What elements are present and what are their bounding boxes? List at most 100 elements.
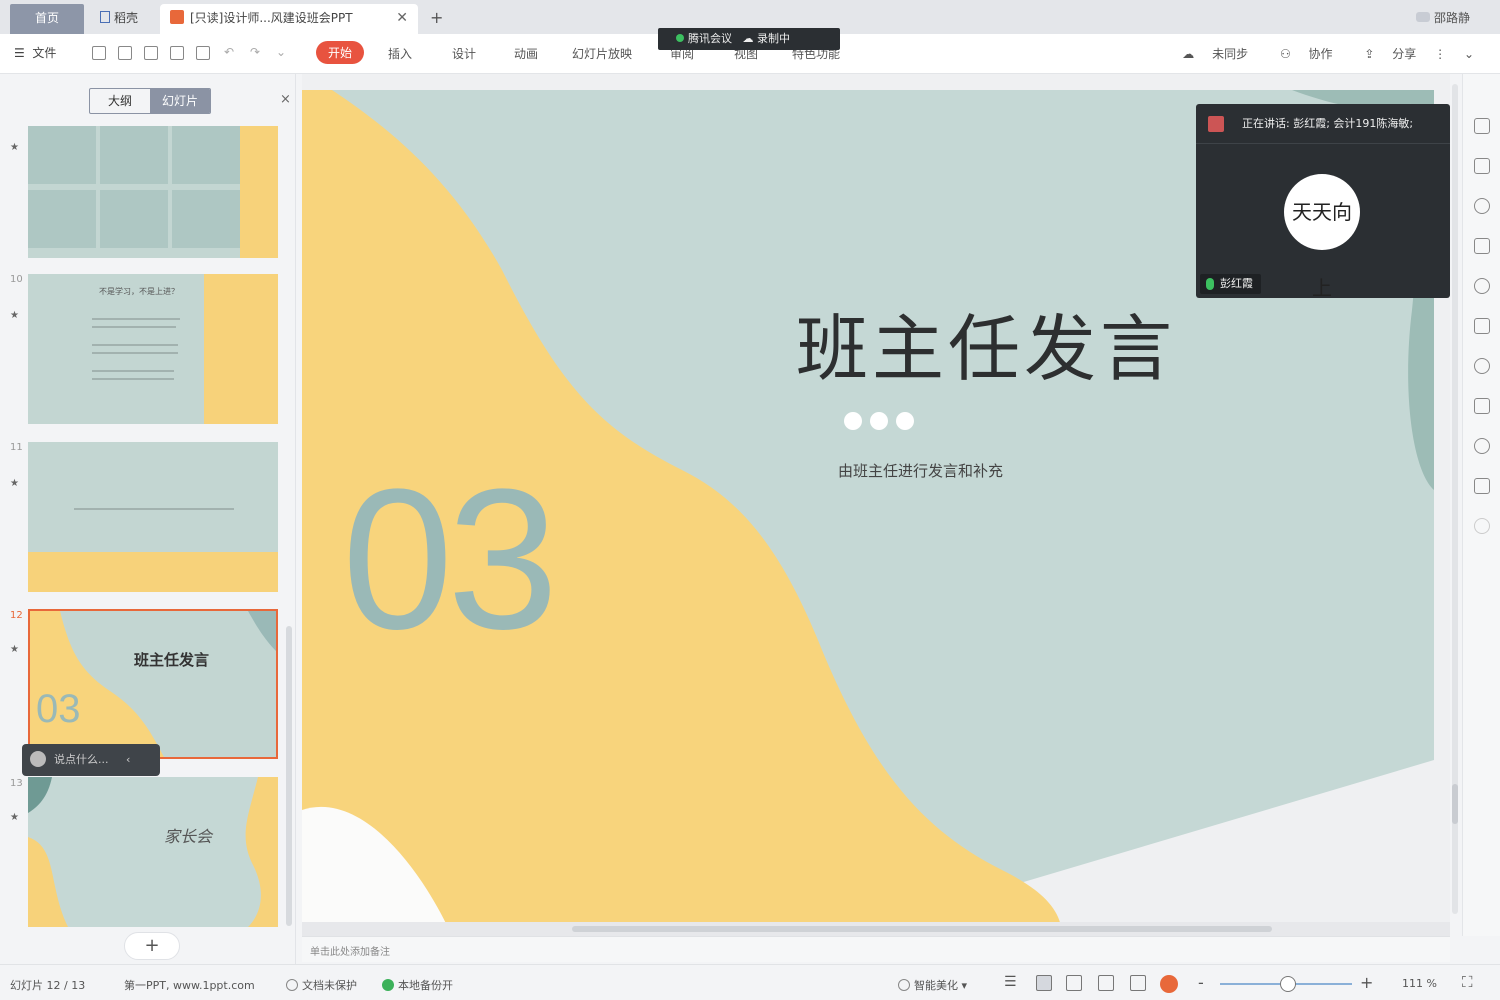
presenter-view-icon[interactable] <box>1130 975 1146 991</box>
docer-icon <box>100 11 110 23</box>
collapse-ribbon-icon[interactable]: ⌄ <box>1464 47 1474 61</box>
collab-label: 协作 <box>1308 47 1333 61</box>
tab-docer[interactable]: 稻壳 <box>90 4 158 34</box>
ribbon-tab-home[interactable]: 开始 <box>316 41 365 64</box>
shapes-icon[interactable] <box>1474 158 1490 174</box>
thumb-text-line <box>92 370 174 372</box>
scrollbar-thumb[interactable] <box>572 926 1272 932</box>
image-icon[interactable] <box>1474 478 1490 494</box>
share-button[interactable]: ⇪ 分享 <box>1350 47 1416 61</box>
horizontal-scrollbar[interactable] <box>302 922 1450 936</box>
panel-scrollbar[interactable] <box>286 626 292 926</box>
slide-subtitle[interactable]: 由班主任进行发言和补充 <box>838 460 1003 481</box>
recording-label: 录制中 <box>757 32 790 45</box>
meeting-video-window[interactable]: 正在讲话: 彭红霞; 会计191陈海敏; 天天向上 彭红霞 <box>1196 104 1450 300</box>
redo-icon[interactable]: ↷ <box>250 45 260 59</box>
backup-status[interactable]: 本地备份开 <box>382 977 453 993</box>
slide-transition-icon: ★ <box>10 142 19 153</box>
close-tab-icon[interactable]: ✕ <box>396 4 408 32</box>
history-icon[interactable] <box>1474 438 1490 454</box>
tab-home[interactable]: 首页 <box>10 4 84 34</box>
chat-placeholder: 说点什么... <box>54 753 109 766</box>
ribbon-tab-slideshow[interactable]: 幻灯片放映 <box>572 45 632 62</box>
participant-name-tag: 彭红霞 <box>1200 274 1261 294</box>
fit-window-icon[interactable]: ⛶ <box>1462 973 1473 991</box>
more-icon[interactable]: ⌄ <box>276 45 286 59</box>
protect-label: 文档未保护 <box>302 979 357 992</box>
slides-tab[interactable]: 幻灯片 <box>150 89 210 113</box>
protect-status[interactable]: 文档未保护 <box>286 977 357 993</box>
star-icon[interactable] <box>1474 358 1490 374</box>
save-icon[interactable] <box>118 46 132 60</box>
theme-name[interactable]: 第一PPT, www.1ppt.com <box>124 977 255 993</box>
meeting-bar[interactable]: 腾讯会议 ☁ 录制中 <box>658 28 840 50</box>
undo-icon[interactable]: ↶ <box>224 45 234 59</box>
chat-panel-icon[interactable] <box>1474 118 1490 134</box>
slide-thumbnail-9[interactable] <box>28 126 278 258</box>
slide-thumbnail-12-selected[interactable]: 班主任发言 03 <box>28 609 278 759</box>
zoom-in-button[interactable]: + <box>1360 973 1373 992</box>
play-slideshow-icon[interactable] <box>1160 975 1178 993</box>
minus-circle-icon[interactable] <box>1474 518 1490 534</box>
shield-icon <box>286 979 298 991</box>
layers-icon[interactable] <box>1474 318 1490 334</box>
chat-input-bubble[interactable]: 说点什么... ‹ <box>22 744 160 776</box>
tab-docer-label: 稻壳 <box>114 11 139 25</box>
close-panel-icon[interactable]: × <box>280 92 291 107</box>
notes-toggle-icon[interactable]: ☰ <box>1004 975 1020 991</box>
sync-button[interactable]: ☁ 未同步 <box>1168 47 1248 61</box>
thumb-shapes <box>30 611 276 757</box>
zoom-level[interactable]: 111 % <box>1402 977 1437 990</box>
speaking-header: 正在讲话: 彭红霞; 会计191陈海敏; <box>1196 104 1450 144</box>
slide-panel: 大纲 幻灯片 × ★ 10 ★ 不是学习，不是上进？ 11 ★ 12 ★ 班主任… <box>0 74 296 964</box>
add-slide-button[interactable]: + <box>124 932 180 960</box>
vertical-scrollbar[interactable] <box>1452 84 1458 914</box>
view-switch: 大纲 幻灯片 <box>89 88 211 114</box>
thumb-text-line <box>92 378 174 380</box>
slide-title[interactable]: 班主任发言 <box>796 290 1176 395</box>
scrollbar-thumb[interactable] <box>1452 784 1458 824</box>
file-menu-button[interactable]: ☰ 文件 <box>14 44 56 61</box>
normal-view-icon[interactable] <box>1036 975 1052 991</box>
zoom-out-button[interactable]: - <box>1198 973 1204 992</box>
notes-field[interactable]: 单击此处添加备注 <box>302 936 1450 962</box>
slide-thumbnail-13[interactable]: 家长会 <box>28 777 278 927</box>
sorter-view-icon[interactable] <box>1066 975 1082 991</box>
right-toolbar <box>1462 74 1500 936</box>
thumb-title: 不是学习，不是上进？ <box>99 287 179 296</box>
speaking-text: 正在讲话: 彭红霞; 会计191陈海敏; <box>1242 117 1414 130</box>
thumb-yellow-band <box>28 552 278 592</box>
user-account[interactable]: 邵路静 <box>1415 6 1470 30</box>
outline-tab[interactable]: 大纲 <box>90 89 150 113</box>
collapse-chat-icon[interactable]: ‹ <box>126 753 130 766</box>
user-icon[interactable] <box>1474 198 1490 214</box>
thumb-title: 班主任发言 <box>134 651 210 669</box>
more-options-icon[interactable]: ⋮ <box>1434 47 1446 61</box>
globe-icon[interactable] <box>1474 278 1490 294</box>
backup-label: 本地备份开 <box>398 979 453 992</box>
reading-view-icon[interactable] <box>1098 975 1114 991</box>
settings-sliders-icon[interactable] <box>1474 398 1490 414</box>
ribbon-tab-insert[interactable]: 插入 <box>388 45 412 62</box>
slide-number-selected: 12 <box>10 610 23 621</box>
cloud-icon <box>1415 12 1430 22</box>
ribbon-tab-animation[interactable]: 动画 <box>514 45 538 62</box>
zoom-slider-handle[interactable] <box>1280 976 1296 992</box>
new-tab-button[interactable]: + <box>430 4 443 32</box>
beautify-button[interactable]: 智能美化 ▾ <box>898 977 967 993</box>
export-icon[interactable] <box>144 46 158 60</box>
collab-button[interactable]: ⚇ 协作 <box>1266 47 1333 61</box>
print-icon[interactable] <box>170 46 184 60</box>
slide-thumbnail-10[interactable]: 不是学习，不是上进？ <box>28 274 278 424</box>
ribbon-tab-design[interactable]: 设计 <box>452 45 476 62</box>
thumb-cell <box>172 190 240 248</box>
slide-number: 11 <box>10 442 23 453</box>
format-icon[interactable] <box>1474 238 1490 254</box>
hamburger-icon: ☰ <box>14 46 25 60</box>
open-icon[interactable] <box>92 46 106 60</box>
slide-thumbnail-11[interactable] <box>28 442 278 592</box>
slide-number: 10 <box>10 274 23 285</box>
preview-icon[interactable] <box>196 46 210 60</box>
tab-active-document[interactable]: [只读]设计师...风建设班会PPT ✕ <box>160 4 418 34</box>
thumb-text-line <box>74 508 234 510</box>
